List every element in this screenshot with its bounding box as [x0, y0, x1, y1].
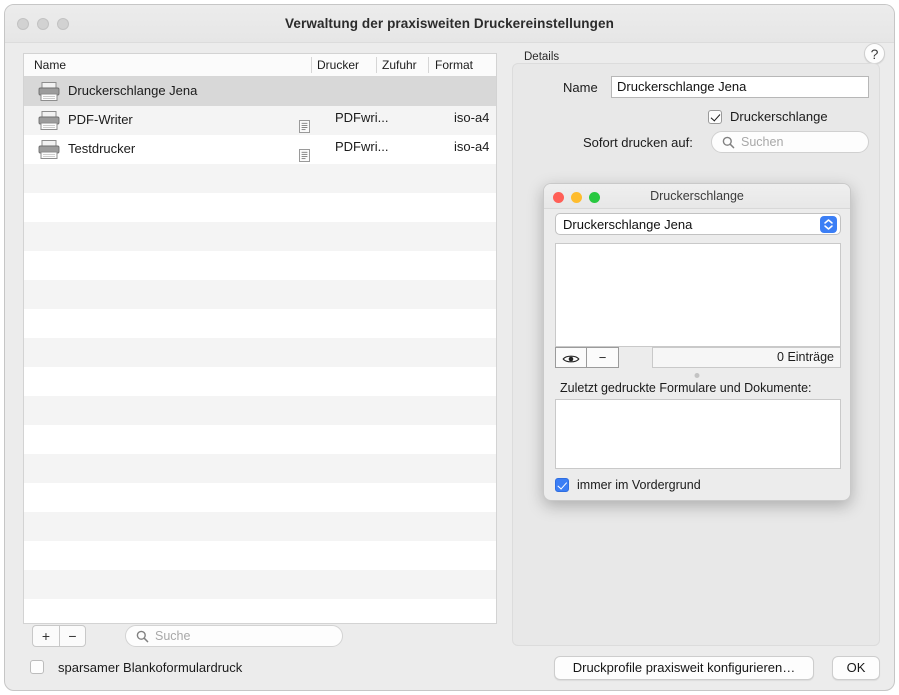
queue-list-toolbar: − 0 Einträge: [555, 347, 841, 368]
printer-icon: [37, 139, 61, 160]
dialog-title: Druckerschlange: [650, 189, 744, 203]
column-header-name[interactable]: Name: [34, 58, 66, 72]
table-row-empty[interactable]: [24, 541, 496, 570]
printer-list-header: Name Drucker Zufuhr Format: [24, 54, 496, 77]
queue-checkbox-label: Druckerschlange: [730, 109, 828, 124]
druckerschlange-dialog: Druckerschlange Druckerschlange Jena − 0…: [543, 183, 851, 501]
document-icon: [299, 120, 310, 133]
foreground-checkbox-row[interactable]: immer im Vordergrund: [555, 478, 701, 492]
queue-checkbox-row[interactable]: Druckerschlange: [708, 109, 828, 124]
printer-list-toolbar: + − Suche: [23, 625, 497, 649]
column-header-zufuhr[interactable]: Zufuhr: [382, 58, 417, 72]
chevron-updown-icon[interactable]: [820, 216, 837, 233]
preview-eye-button[interactable]: [555, 347, 587, 368]
table-row-empty[interactable]: [24, 512, 496, 541]
printer-icon: [37, 81, 61, 102]
column-header-drucker[interactable]: Drucker: [317, 58, 359, 72]
sofort-drucken-search-field[interactable]: Suchen: [711, 131, 869, 153]
row-format: iso-a4: [454, 139, 490, 154]
table-row-empty[interactable]: [24, 280, 496, 309]
table-row-empty[interactable]: [24, 222, 496, 251]
queue-checkbox[interactable]: [708, 109, 722, 124]
printer-list-body: Druckerschlange Jena PDF-Writer PDFwri... i…: [24, 77, 496, 623]
main-window: Verwaltung der praxisweiten Druckereinst…: [4, 4, 895, 691]
table-row-empty[interactable]: [24, 193, 496, 222]
table-row-empty[interactable]: [24, 425, 496, 454]
table-row[interactable]: Druckerschlange Jena: [24, 77, 496, 106]
split-handle[interactable]: [694, 373, 700, 378]
recent-documents-list[interactable]: [555, 399, 841, 469]
details-caption: Details: [524, 51, 560, 63]
blanko-print-row[interactable]: sparsamer Blankoformulardruck: [23, 657, 242, 677]
row-name: Druckerschlange Jena: [68, 83, 198, 98]
table-row-empty[interactable]: [24, 483, 496, 512]
printer-search-field[interactable]: Suche: [125, 625, 343, 647]
table-row-empty[interactable]: [24, 570, 496, 599]
search-icon: [136, 630, 149, 648]
table-row-empty[interactable]: [24, 338, 496, 367]
configure-print-profiles-button[interactable]: Druckprofile praxisweit konfigurieren…: [554, 656, 814, 680]
search-icon: [722, 136, 735, 154]
row-name: PDF-Writer: [68, 112, 133, 127]
window-title: Verwaltung der praxisweiten Druckereinst…: [285, 16, 614, 31]
queue-entry-count: 0 Einträge: [652, 347, 841, 368]
foreground-checkbox-label: immer im Vordergrund: [577, 478, 701, 492]
column-divider[interactable]: [376, 57, 377, 73]
column-header-format[interactable]: Format: [435, 58, 473, 72]
sofort-drucken-placeholder: Suchen: [741, 135, 784, 149]
detail-name-label: Name: [563, 80, 598, 95]
remove-printer-button[interactable]: −: [59, 625, 86, 647]
queue-select-value: Druckerschlange Jena: [563, 217, 693, 232]
table-row-empty[interactable]: [24, 454, 496, 483]
table-row-empty[interactable]: [24, 396, 496, 425]
column-divider[interactable]: [311, 57, 312, 73]
printer-icon: [37, 110, 61, 131]
blanko-print-checkbox[interactable]: [30, 660, 44, 674]
table-row-empty[interactable]: [24, 309, 496, 338]
table-row-empty[interactable]: [24, 367, 496, 396]
row-drucker: PDFwri...: [335, 110, 389, 125]
queue-select-dropdown[interactable]: Druckerschlange Jena: [555, 213, 841, 235]
column-divider[interactable]: [428, 57, 429, 73]
foreground-checkbox[interactable]: [555, 478, 569, 492]
detail-name-input[interactable]: Druckerschlange Jena: [611, 76, 869, 98]
table-row-empty[interactable]: [24, 251, 496, 280]
row-format: iso-a4: [454, 110, 490, 125]
table-row[interactable]: Testdrucker PDFwri... iso-a4: [24, 135, 496, 164]
queue-entries-list[interactable]: [555, 243, 841, 347]
printer-search-placeholder: Suche: [155, 629, 191, 643]
window-titlebar: Verwaltung der praxisweiten Druckereinst…: [5, 5, 894, 43]
document-icon: [299, 149, 310, 162]
ok-button[interactable]: OK: [832, 656, 880, 680]
recent-documents-label: Zuletzt gedruckte Formulare und Dokument…: [560, 381, 812, 395]
blanko-print-label: sparsamer Blankoformulardruck: [58, 659, 243, 675]
table-row-empty[interactable]: [24, 599, 496, 623]
help-button[interactable]: ?: [864, 43, 885, 64]
printer-list-panel[interactable]: Name Drucker Zufuhr Format Druckerschlan…: [23, 53, 497, 624]
row-name: Testdrucker: [68, 141, 136, 156]
table-row-empty[interactable]: [24, 164, 496, 193]
row-drucker: PDFwri...: [335, 139, 389, 154]
table-row[interactable]: PDF-Writer PDFwri... iso-a4: [24, 106, 496, 135]
sofort-drucken-label: Sofort drucken auf:: [583, 135, 693, 150]
dialog-titlebar: Druckerschlange: [544, 184, 850, 209]
remove-queue-entry-button[interactable]: −: [587, 347, 619, 368]
add-printer-button[interactable]: +: [32, 625, 59, 647]
